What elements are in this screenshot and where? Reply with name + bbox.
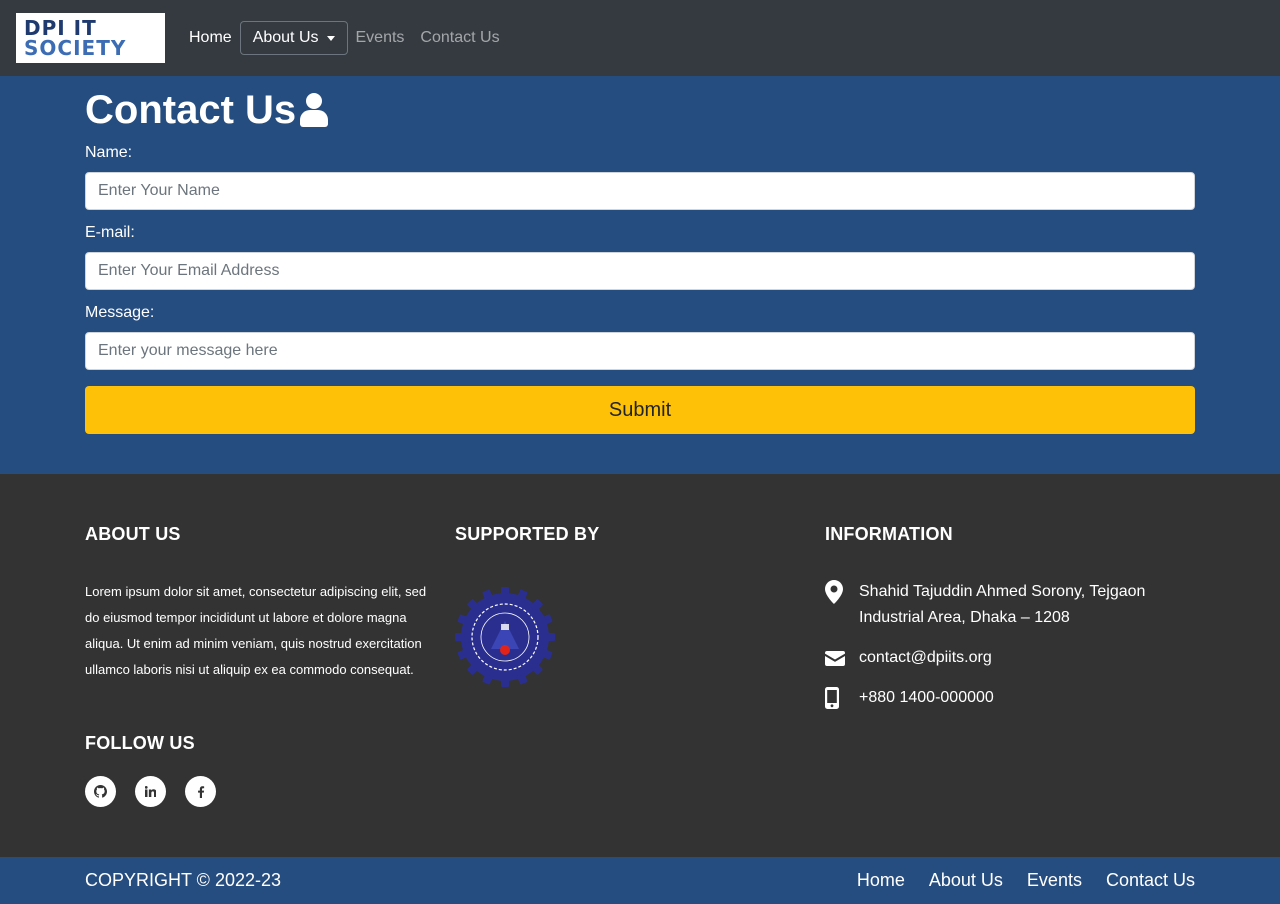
name-form-group: Name: xyxy=(85,144,1195,210)
contact-section: Contact Us Name: E-mail: Message: Submit xyxy=(0,76,1280,474)
facebook-icon[interactable] xyxy=(185,776,216,807)
logo-line-1: DPI IT xyxy=(24,16,97,40)
about-text: Lorem ipsum dolor sit amet, consectetur … xyxy=(85,584,427,677)
follow-heading: FOLLOW US xyxy=(85,733,195,753)
message-input[interactable] xyxy=(85,332,1195,370)
caret-down-icon xyxy=(326,35,335,41)
footer-information-column: INFORMATION Shahid Tajuddin Ahmed Sorony… xyxy=(825,524,1195,857)
name-label: Name: xyxy=(85,144,133,161)
nav-about-label: About Us xyxy=(252,29,319,46)
nav-about-dropdown[interactable]: About Us xyxy=(239,21,348,55)
nav-home-link[interactable]: Home xyxy=(189,29,232,47)
name-input[interactable] xyxy=(85,172,1195,210)
email-form-group: E-mail: xyxy=(85,224,1195,290)
email-label: E-mail: xyxy=(85,224,135,241)
address-row: Shahid Tajuddin Ahmed Sorony, Tejgaon In… xyxy=(825,579,1195,631)
bottom-home-link[interactable]: Home xyxy=(857,870,905,891)
about-heading: ABOUT US xyxy=(85,524,181,544)
bottom-bar: COPYRIGHT © 2022-23 Home About Us Events… xyxy=(0,857,1280,904)
footer-about-column: ABOUT US Lorem ipsum dolor sit amet, con… xyxy=(85,524,455,857)
footer-supported-column: SUPPORTED BY xyxy=(455,524,825,857)
page-title: Contact Us xyxy=(85,88,1195,132)
page-title-text: Contact Us xyxy=(85,87,297,132)
mobile-phone-icon xyxy=(825,685,859,711)
email-row: contact@dpiits.org xyxy=(825,645,1195,671)
footer: ABOUT US Lorem ipsum dolor sit amet, con… xyxy=(0,474,1280,857)
navbar: DPI IT SOCIETY Home About Us Events Cont… xyxy=(0,0,1280,76)
message-form-group: Message: xyxy=(85,304,1195,370)
message-label: Message: xyxy=(85,304,155,321)
phone-row: +880 1400-000000 xyxy=(825,685,1195,711)
supporter-seal-logo xyxy=(455,587,555,687)
site-logo[interactable]: DPI IT SOCIETY xyxy=(16,13,165,63)
bottom-contact-link[interactable]: Contact Us xyxy=(1106,870,1195,891)
bottom-events-link[interactable]: Events xyxy=(1027,870,1082,891)
nav-contact-link[interactable]: Contact Us xyxy=(420,29,499,47)
linkedin-icon[interactable] xyxy=(135,776,166,807)
social-links xyxy=(85,776,455,807)
nav-events-link[interactable]: Events xyxy=(356,29,405,47)
address-text: Shahid Tajuddin Ahmed Sorony, Tejgaon In… xyxy=(859,583,1146,626)
email-text[interactable]: contact@dpiits.org xyxy=(859,645,992,671)
user-icon xyxy=(300,93,329,127)
submit-button[interactable]: Submit xyxy=(85,386,1195,434)
supported-heading: SUPPORTED BY xyxy=(455,524,600,544)
github-icon[interactable] xyxy=(85,776,116,807)
envelope-icon xyxy=(825,645,859,671)
bottom-about-link[interactable]: About Us xyxy=(929,870,1003,891)
bottom-nav: Home About Us Events Contact Us xyxy=(857,870,1195,891)
logo-line-2: SOCIETY xyxy=(24,36,127,60)
nav-links: Home About Us Events Contact Us xyxy=(189,21,516,55)
information-heading: INFORMATION xyxy=(825,524,953,544)
map-marker-icon xyxy=(825,579,859,605)
phone-text[interactable]: +880 1400-000000 xyxy=(859,685,994,711)
copyright-text: COPYRIGHT © 2022-23 xyxy=(85,870,282,890)
email-input[interactable] xyxy=(85,252,1195,290)
